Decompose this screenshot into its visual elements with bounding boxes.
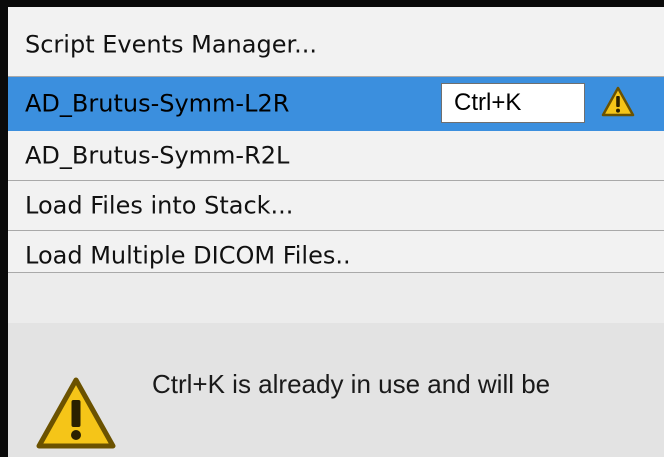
menu-item-label: Load Files into Stack... (25, 190, 294, 219)
menu-item-label: AD_Brutus-Symm-L2R (25, 88, 290, 117)
menu-command-list: Script Events Manager... AD_Brutus-Symm-… (8, 7, 664, 273)
menu-item-load-multiple-dicom-files[interactable]: Load Multiple DICOM Files.. (8, 231, 664, 273)
warning-icon (601, 86, 635, 118)
menu-item-label: Script Events Manager... (25, 30, 318, 59)
warning-icon (34, 375, 118, 453)
menu-item-load-files-into-stack[interactable]: Load Files into Stack... (8, 181, 664, 231)
menu-item-label: AD_Brutus-Symm-R2L (25, 140, 290, 169)
menu-item-script-events-manager[interactable]: Script Events Manager... (8, 7, 664, 77)
shortcut-input[interactable]: Ctrl+K (441, 83, 585, 123)
keyboard-shortcuts-dialog: Script Events Manager... AD_Brutus-Symm-… (0, 0, 664, 457)
menu-item-ad-brutus-symm-l2r[interactable]: AD_Brutus-Symm-L2R Ctrl+K (8, 77, 664, 131)
menu-item-label: Load Multiple DICOM Files.. (25, 241, 351, 270)
conflict-message-panel: Ctrl+K is already in use and will be (8, 323, 664, 457)
menu-item-ad-brutus-symm-r2l[interactable]: AD_Brutus-Symm-R2L (8, 131, 664, 181)
conflict-message-text: Ctrl+K is already in use and will be (152, 369, 551, 399)
